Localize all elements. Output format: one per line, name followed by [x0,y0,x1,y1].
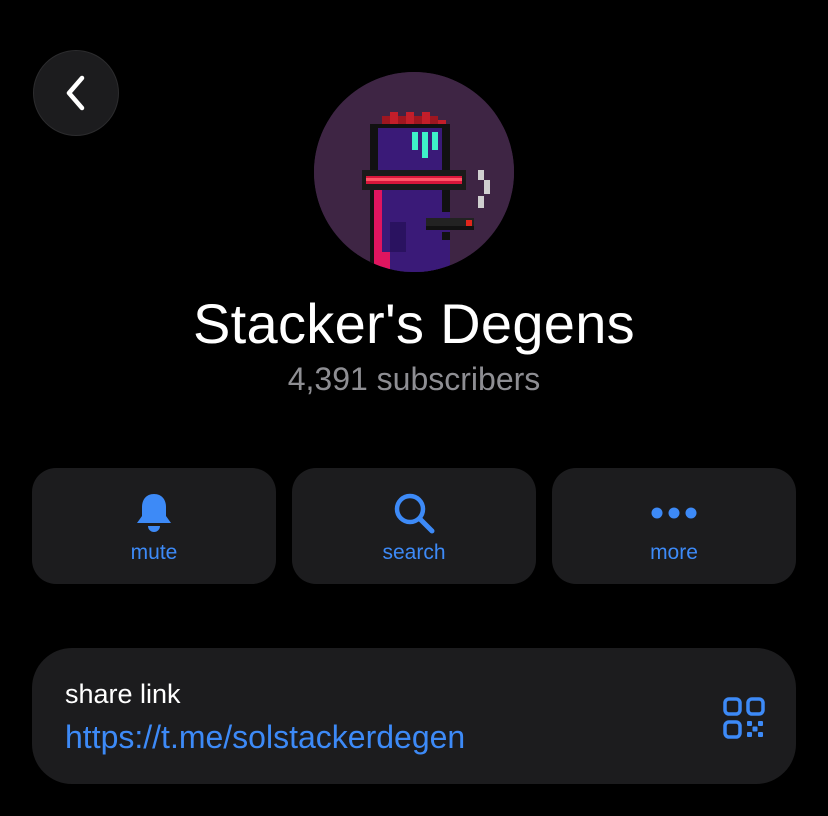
back-button[interactable] [33,50,119,136]
action-bar: mute search more [32,468,796,584]
subscriber-count: 4,391 subscribers [287,361,541,397]
more-button[interactable]: more [552,468,796,584]
channel-avatar[interactable] [314,72,514,272]
qr-code-button[interactable] [722,696,766,740]
qr-code-icon [723,697,765,739]
pixel-creature-image [314,72,514,272]
search-icon [394,493,435,534]
search-button[interactable]: search [292,468,536,584]
mute-button[interactable]: mute [32,468,276,584]
chevron-left-icon [66,75,85,111]
bell-icon [137,494,171,532]
search-label: search [382,541,446,564]
share-link-label: share link [65,679,181,709]
share-link-url[interactable]: https://t.me/solstackerdegen [65,718,465,756]
share-link-card: share link https://t.me/solstackerdegen [32,648,796,784]
more-label: more [650,541,698,564]
channel-name: Stacker's Degens [193,292,635,355]
mute-label: mute [130,541,178,564]
more-dots-icon [651,507,697,519]
